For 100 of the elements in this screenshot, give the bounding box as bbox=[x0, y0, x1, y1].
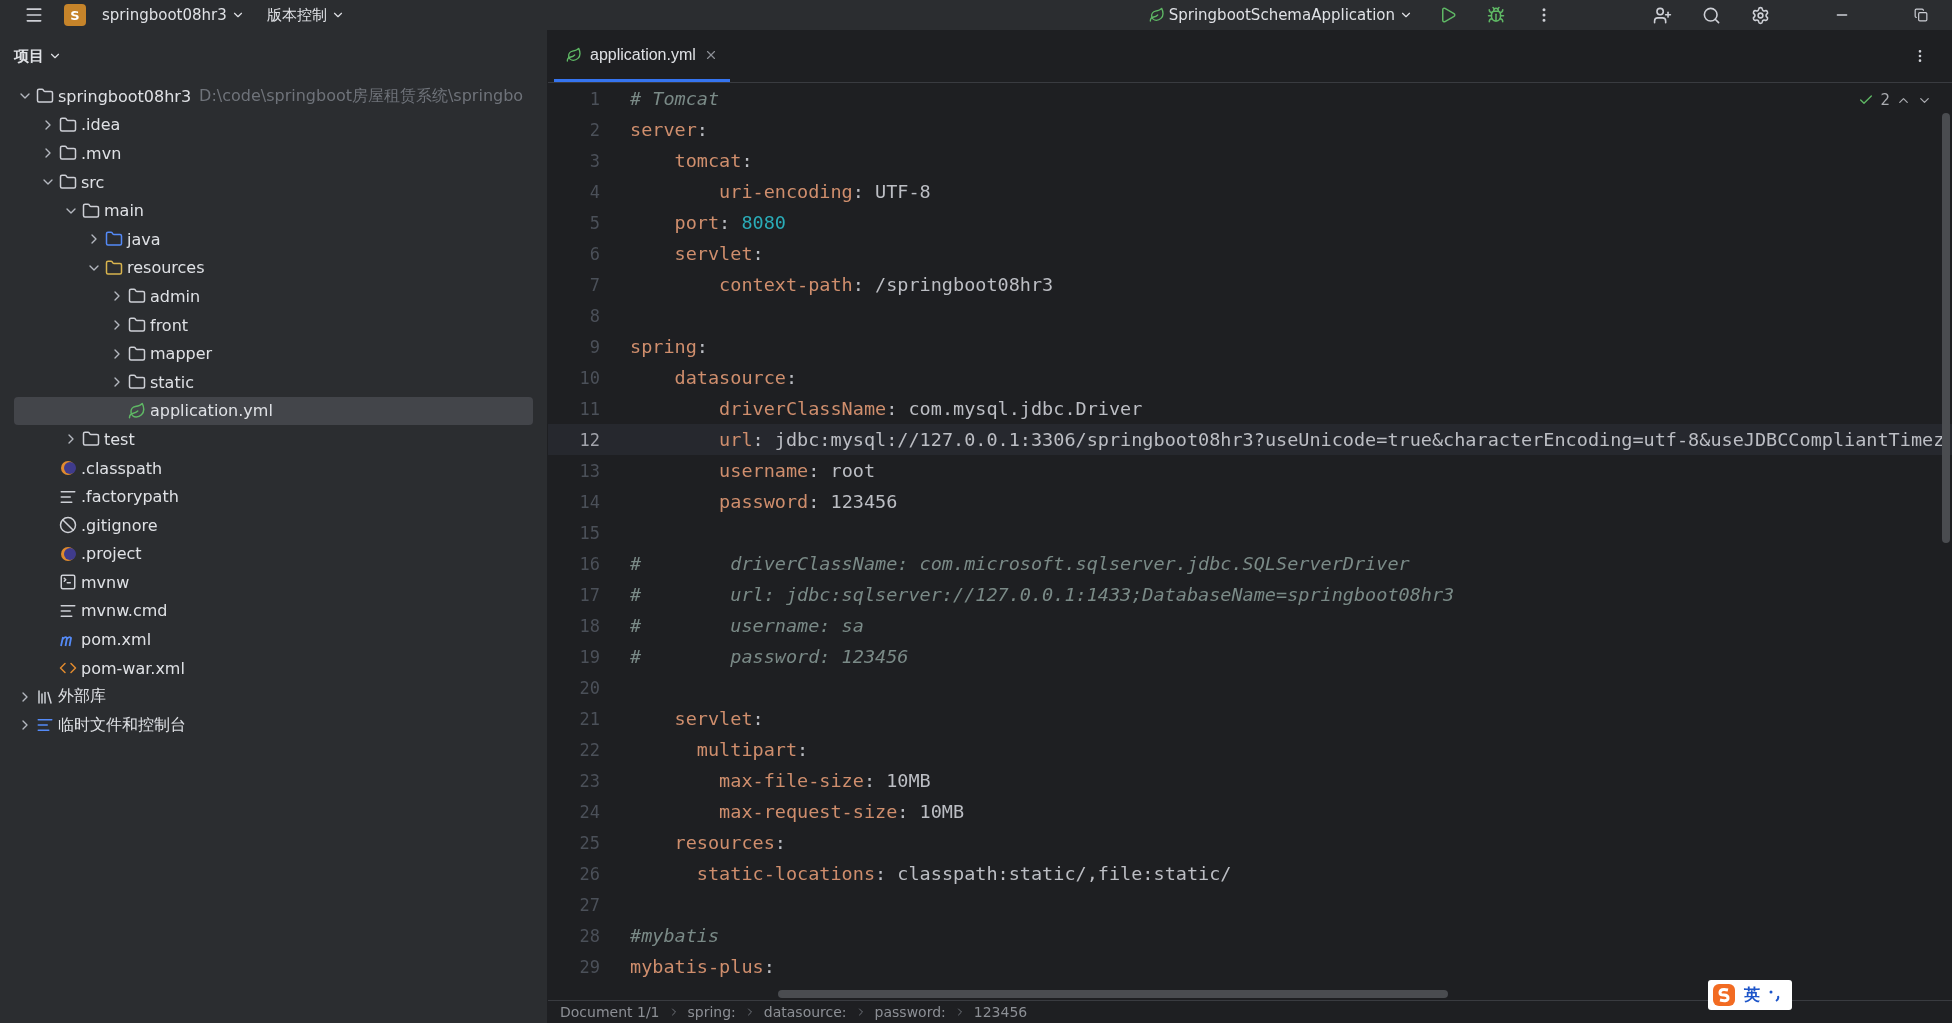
tree-item-label: admin bbox=[150, 286, 201, 306]
tree-item-label: springboot08hr3 bbox=[58, 86, 192, 106]
tree-item-label: .idea bbox=[81, 115, 121, 135]
breadcrumb[interactable]: Document 1/1 bbox=[560, 1004, 660, 1020]
tree-item[interactable]: mvnw bbox=[14, 568, 533, 597]
tree-item-label: java bbox=[127, 229, 161, 249]
code-line: servlet: bbox=[673, 243, 764, 264]
code-line: # driverClassName: com.microsoft.sqlserver.jdbc.SQLServerDriver bbox=[630, 553, 1410, 574]
tree-item[interactable]: .mvn bbox=[14, 139, 533, 168]
tree-item-label: src bbox=[81, 172, 105, 192]
code-line: server: bbox=[630, 119, 708, 140]
code-line: context-path: /springboot08hr3 bbox=[718, 274, 1054, 295]
code-line: resources: bbox=[673, 832, 786, 853]
tree-item[interactable]: pom-war.xml bbox=[14, 653, 533, 683]
project-switcher[interactable]: springboot08hr3 bbox=[96, 2, 251, 28]
ime-widget[interactable]: 英 bbox=[1708, 980, 1792, 1010]
code-line: # username: sa bbox=[630, 615, 864, 636]
tree-item[interactable]: java bbox=[14, 224, 533, 254]
folder-icon bbox=[128, 287, 146, 306]
tree-item-label: front bbox=[150, 315, 189, 335]
tree-item[interactable]: main bbox=[14, 196, 533, 225]
code-line: spring: bbox=[630, 336, 708, 357]
line-number: 12 bbox=[578, 429, 600, 450]
folder-icon bbox=[59, 115, 77, 134]
folder-icon bbox=[59, 144, 77, 163]
code-line: servlet: bbox=[673, 708, 764, 729]
tree-item-label: test bbox=[104, 429, 135, 449]
project-badge: S bbox=[64, 4, 86, 26]
code-line: datasource: bbox=[673, 367, 798, 388]
tree-item[interactable]: mvnw.cmd bbox=[14, 596, 533, 626]
tree-item[interactable]: resources bbox=[14, 253, 533, 283]
crescent-icon bbox=[59, 459, 77, 477]
module-folder-icon bbox=[36, 87, 54, 106]
tree-item[interactable]: 临时文件和控制台 bbox=[14, 711, 533, 740]
project-panel-title[interactable]: 项目 bbox=[14, 46, 62, 66]
folder-icon bbox=[128, 344, 146, 363]
breadcrumb[interactable]: spring: bbox=[687, 1004, 736, 1020]
breadcrumb[interactable]: 123456 bbox=[973, 1004, 1028, 1020]
ime-language: 英 bbox=[1744, 984, 1760, 1006]
tree-item-label: mvnw.cmd bbox=[81, 601, 168, 621]
tree-item-label: resources bbox=[127, 258, 205, 278]
tree-item[interactable]: mapper bbox=[14, 339, 533, 368]
code-line: max-file-size: 10MB bbox=[718, 770, 931, 791]
run-config-selector[interactable]: SpringbootSchemaApplication bbox=[1142, 2, 1419, 28]
tree-item-label: 临时文件和控制台 bbox=[58, 714, 186, 736]
tree-item[interactable]: front bbox=[14, 310, 533, 340]
ime-logo-icon bbox=[1712, 983, 1736, 1007]
tree-item[interactable]: src bbox=[14, 167, 533, 197]
code-line: # url: jdbc:sqlserver://127.0.0.1:1433;DatabaseName=springboot08hr3 bbox=[630, 584, 1455, 605]
code-line: max-request-size: 10MB bbox=[718, 801, 965, 822]
code-line: uri-encoding: UTF-8 bbox=[718, 181, 931, 202]
tree-item-label: 外部库 bbox=[58, 686, 106, 708]
tree-item-label: mvnw bbox=[81, 572, 130, 592]
tree-item[interactable]: .gitignore bbox=[14, 510, 533, 540]
terminal-icon bbox=[59, 573, 77, 592]
leaf-icon bbox=[566, 46, 582, 63]
tree-item[interactable]: .factorypath bbox=[14, 482, 533, 511]
vertical-scrollbar[interactable] bbox=[1942, 113, 1950, 543]
tree-item[interactable]: .idea bbox=[14, 110, 533, 140]
code-line: mybatis-plus: bbox=[630, 956, 775, 977]
breadcrumb[interactable]: password: bbox=[874, 1004, 946, 1020]
code-line: static-locations: classpath:static/,file:static/ bbox=[695, 863, 1232, 884]
tree-item[interactable]: application.yml bbox=[14, 396, 533, 426]
tree-item[interactable]: .project bbox=[14, 539, 533, 569]
code-line: username: root bbox=[718, 460, 876, 481]
tree-item-label: pom-war.xml bbox=[81, 658, 185, 678]
tree-item[interactable]: springboot08hr3 D:\code\springboot房屋租赁系统\springbo bbox=[14, 82, 533, 111]
folder-icon bbox=[82, 430, 100, 449]
tree-item-label: mapper bbox=[150, 344, 213, 364]
crescent-icon bbox=[59, 544, 77, 563]
breadcrumb[interactable]: datasource: bbox=[763, 1004, 847, 1020]
leaf-icon bbox=[1148, 7, 1165, 23]
code-line: driverClassName: com.mysql.jdbc.Driver bbox=[718, 398, 1143, 419]
code-line: # Tomcat bbox=[630, 88, 720, 109]
folder-icon bbox=[105, 230, 123, 249]
tree-item[interactable]: 外部库 bbox=[14, 682, 533, 712]
tree-item[interactable]: static bbox=[14, 367, 533, 397]
resources-folder-icon bbox=[105, 258, 123, 277]
tree-item[interactable]: admin bbox=[14, 282, 533, 311]
tree-item-label: .project bbox=[81, 544, 142, 564]
inspection-count[interactable]: 2 bbox=[1880, 91, 1890, 109]
tree-item-label: pom.xml bbox=[81, 630, 152, 650]
folder-icon bbox=[128, 373, 146, 392]
tree-item-label: static bbox=[150, 372, 194, 392]
tree-item-label: .factorypath bbox=[81, 487, 179, 507]
editor-tab[interactable]: application.yml bbox=[554, 30, 730, 82]
folder-icon bbox=[59, 173, 77, 192]
tree-item[interactable]: test bbox=[14, 425, 533, 454]
horizontal-scrollbar[interactable] bbox=[778, 990, 1448, 998]
tree-item-label: .gitignore bbox=[81, 515, 158, 535]
folder-icon bbox=[128, 316, 146, 335]
code-line: tomcat: bbox=[673, 150, 753, 171]
tree-item[interactable]: pom.xml bbox=[14, 625, 533, 654]
vcs-menu[interactable]: 版本控制 bbox=[260, 2, 351, 28]
code-line: # password: 123456 bbox=[630, 646, 909, 667]
tree-item-label: .classpath bbox=[81, 458, 163, 478]
code-line: port: 8080 bbox=[673, 212, 786, 233]
tree-item[interactable]: .classpath bbox=[14, 453, 533, 483]
tree-item-label: .mvn bbox=[81, 144, 122, 163]
folder-icon bbox=[82, 201, 100, 220]
